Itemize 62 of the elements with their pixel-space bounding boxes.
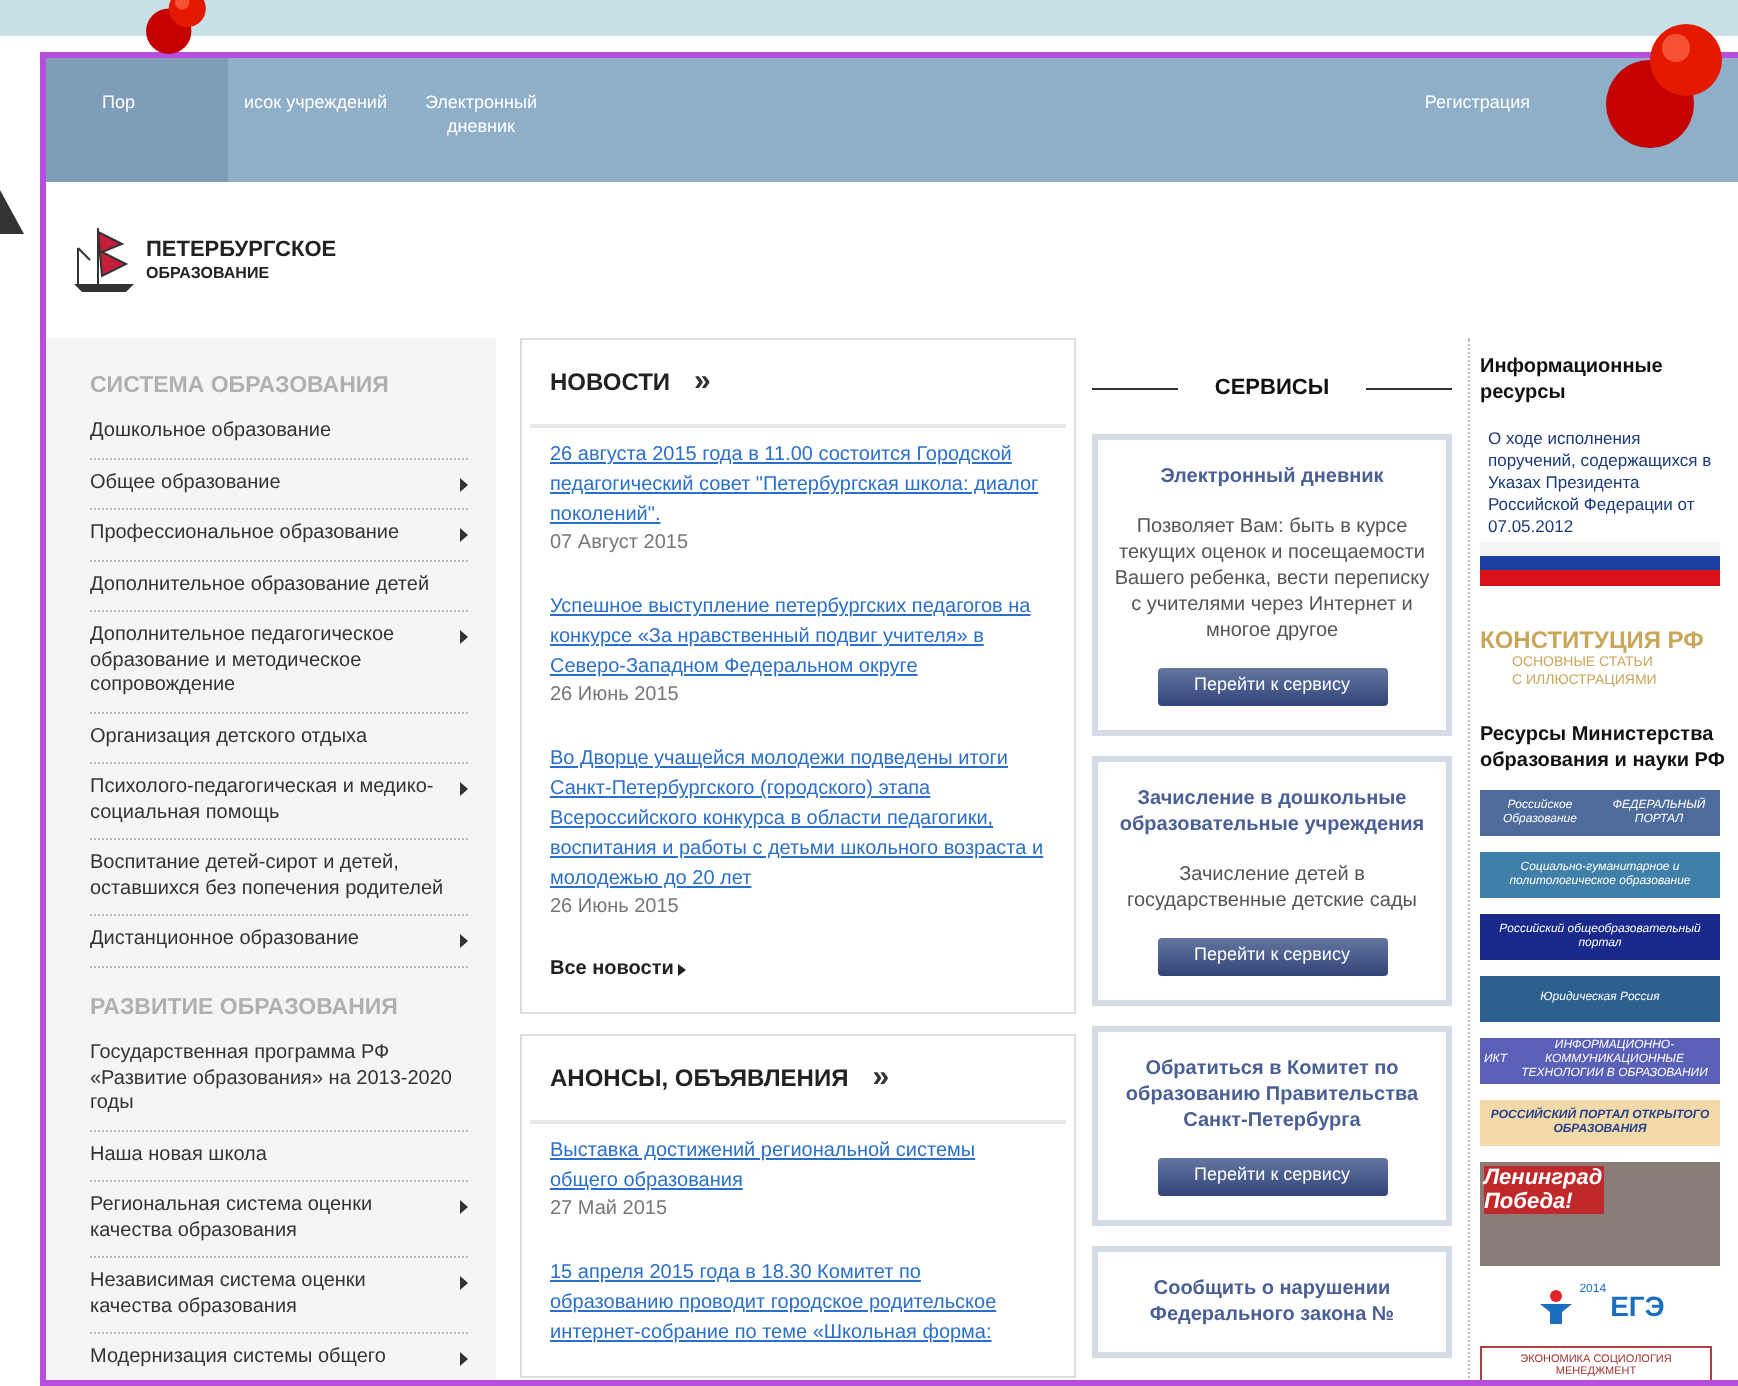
- news-date: 07 Август 2015: [550, 530, 691, 558]
- news-link[interactable]: 26 августа 2015 года в 11.00 состоится Городской педагогический совет "Петербургская школа: диалог поколений".: [550, 440, 1046, 530]
- sidebar-item[interactable]: Организация детского отдыха: [90, 713, 468, 765]
- sidebar-item[interactable]: Дополнительное педагогическое образование и методическое сопровождение: [90, 612, 468, 714]
- service-description: Позволяет Вам: быть в курсе текущих оценок и посещаемости Вашего ребенка, вести переписку с учителями через Интернет и многое другое: [1112, 513, 1432, 643]
- sidebar-heading: СИСТЕМА ОБРАЗОВАНИЯ: [90, 372, 391, 402]
- logo-title: ПЕТЕРБУРГСКОЕ: [146, 237, 337, 263]
- caret-icon: [460, 1200, 468, 1214]
- service-title: Зачисление в дошкольные образовательные учреждения: [1117, 785, 1427, 837]
- caret-icon: [460, 477, 468, 492]
- pushpin-icon: [144, 0, 212, 56]
- sidebar-item[interactable]: Воспитание детей-сирот и детей, оставшихся без попечения родителей: [90, 840, 468, 917]
- news-link[interactable]: Во Дворце учащейся молодежи подведены итоги Санкт-Петербургского (городского) этапа Всероссийского конкурса в области педагогики, воспитания и работы с детьми школьного возраста и молодежью до 20 лет: [550, 744, 1046, 894]
- service-title: Обратиться в Комитет по образованию Правительства Санкт-Петербурга: [1123, 1055, 1421, 1133]
- news-link[interactable]: Выставка достижений региональной системы общего образования: [550, 1136, 1046, 1196]
- news-date: 26 Июнь 2015: [550, 682, 681, 710]
- service-title: Сообщить о нарушении Федерального закона №: [1147, 1275, 1397, 1327]
- sidebar-item[interactable]: Общее образование: [90, 459, 468, 511]
- caret-icon: [460, 934, 468, 949]
- service-button[interactable]: Перейти к сервису: [1157, 1157, 1387, 1195]
- triangle-icon: [0, 190, 24, 234]
- sidebar-item[interactable]: Независимая система оценки качества образования: [90, 1258, 468, 1334]
- service-title: Электронный дневник: [1160, 463, 1384, 489]
- arrow-text: »: [694, 368, 711, 396]
- banner-title: КОНСТИТУЦИЯ РФ: [1480, 626, 1706, 654]
- caret-icon: [460, 782, 468, 797]
- news-link[interactable]: Успешное выступление петербургских педагогов на конкурсе «За нравственный подвиг учителя» в Северо-Западном Федеральном округе: [550, 592, 1046, 682]
- news-date: 26 Июнь 2015: [550, 894, 681, 922]
- sidebar-item[interactable]: Профессиональное образование: [90, 510, 468, 562]
- sidebar-item[interactable]: Дистанционное образование: [90, 916, 468, 968]
- photo-placeholder[interactable]: Ленинград Победа!: [1480, 1162, 1720, 1266]
- panel-title: НОВОСТИ: [550, 366, 671, 400]
- panel-title: АНОНСЫ, ОБЪЯВЛЕНИЯ: [550, 1062, 849, 1096]
- arrow-text: »: [872, 1064, 890, 1092]
- sidebar-heading: РАЗВИТИЕ ОБРАЗОВАНИЯ: [90, 993, 400, 1024]
- sidebar-item[interactable]: Психолого-педагогическая и медико-социальная помощь: [90, 764, 468, 841]
- services-title: СЕРВИСЫ: [1212, 374, 1332, 404]
- all-news-link[interactable]: Все новости: [550, 954, 686, 984]
- sidebar-item[interactable]: Дошкольное образование: [90, 408, 468, 460]
- resources-heading: Информационные ресурсы: [1480, 354, 1665, 406]
- sidebar-item[interactable]: Государственная программа РФ «Развитие образования» на 2013-2020 годы: [90, 1030, 468, 1131]
- ship-logo-icon: [70, 224, 138, 296]
- sidebar-item[interactable]: Модернизация системы общего: [90, 1334, 468, 1380]
- resources-heading: Ресурсы Министерства образования и науки РФ: [1480, 722, 1727, 774]
- sidebar-item[interactable]: Региональная система оценки качества образования: [90, 1182, 468, 1258]
- caret-icon: [460, 1276, 468, 1290]
- news-link[interactable]: 15 апреля 2015 года в 18.30 Комитет по образованию проводит городское родительское интернет-собрание по теме «Школьная форма:: [550, 1258, 1046, 1348]
- logo-subtitle: ОБРАЗОВАНИЕ: [146, 263, 272, 283]
- caret-icon: [460, 630, 468, 645]
- banner-text: Ленинград Победа!: [1484, 1166, 1604, 1214]
- service-button[interactable]: Перейти к сервису: [1157, 937, 1387, 975]
- news-date: 27 Май 2015: [550, 1196, 670, 1224]
- banner-title: ЕГЭ: [1610, 1287, 1665, 1325]
- service-button[interactable]: Перейти к сервису: [1157, 667, 1387, 705]
- sidebar-item[interactable]: Дополнительное образование детей: [90, 561, 468, 613]
- caret-icon: [460, 1352, 468, 1366]
- service-description: Зачисление детей в государственные детские сады: [1125, 861, 1419, 913]
- caret-icon: [677, 963, 686, 975]
- banner-text: О ходе исполнения поручений, содержащихся в Указах Президента Российской Федерации от 07.05.2012: [1486, 426, 1714, 540]
- sidebar-item[interactable]: Наша новая школа: [90, 1131, 468, 1182]
- figure-icon: [1535, 1288, 1576, 1324]
- caret-icon: [460, 528, 468, 543]
